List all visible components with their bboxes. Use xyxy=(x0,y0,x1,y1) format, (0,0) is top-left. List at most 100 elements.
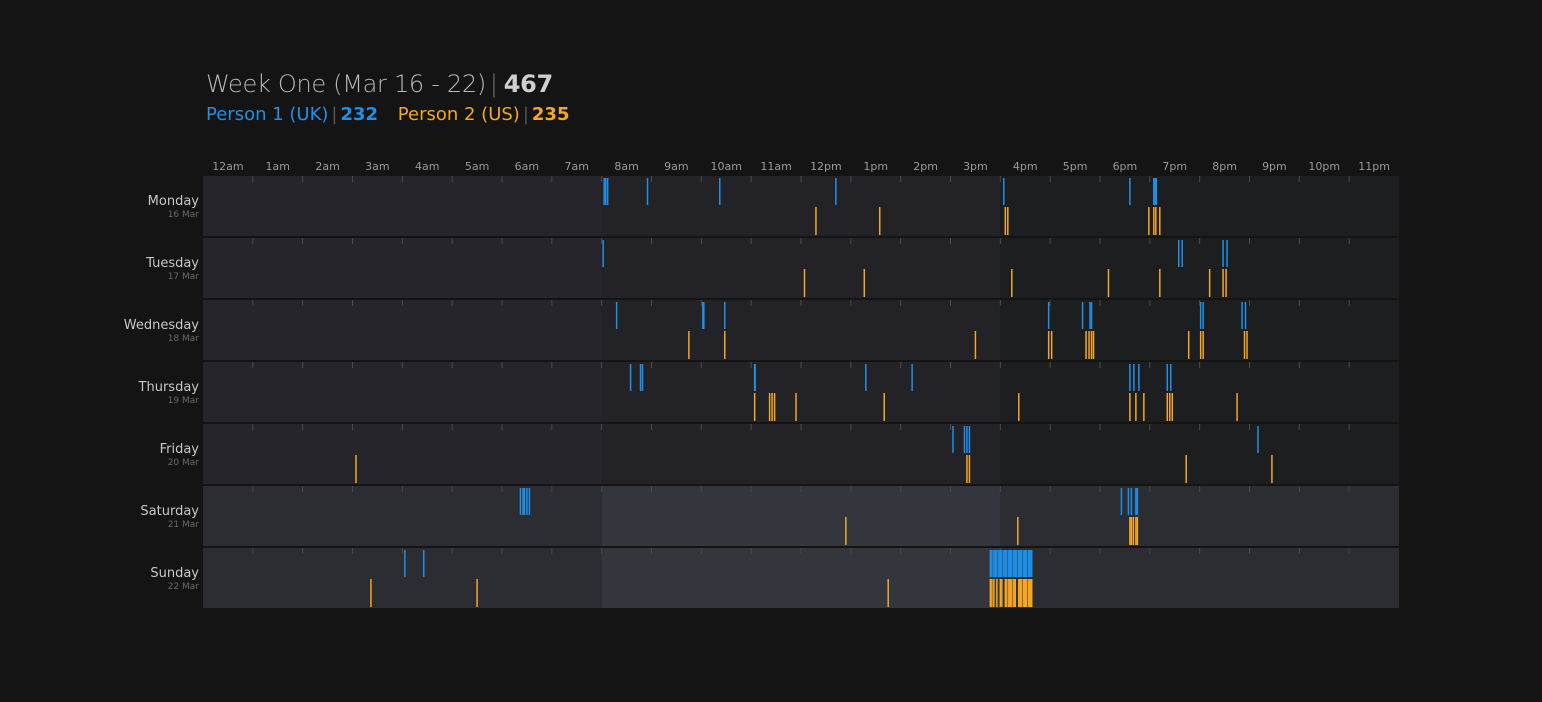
row-band xyxy=(203,362,602,422)
event-mark-person2 xyxy=(1236,393,1238,421)
event-mark-person2 xyxy=(1024,579,1026,607)
hour-tick-label: 6am xyxy=(515,160,539,173)
event-mark-person2 xyxy=(1092,331,1095,359)
event-mark-person1 xyxy=(1003,178,1005,205)
event-mark-person2 xyxy=(1185,455,1187,483)
hour-tick-label: 8am xyxy=(614,160,638,173)
event-mark-person1 xyxy=(1241,302,1243,329)
event-mark-person2 xyxy=(1011,269,1013,297)
day-row: Tuesday17 Mar xyxy=(145,238,1399,298)
event-mark-person2 xyxy=(1169,393,1171,421)
event-mark-person2 xyxy=(1090,331,1093,359)
event-mark-person1 xyxy=(966,426,968,453)
event-mark-person2 xyxy=(1171,393,1174,421)
row-band xyxy=(203,300,602,360)
hour-tick-label: 11am xyxy=(760,160,791,173)
event-mark-person2 xyxy=(1001,579,1003,607)
event-mark-person1 xyxy=(1202,302,1204,329)
event-mark-person1 xyxy=(1257,426,1259,453)
event-mark-person2 xyxy=(815,207,817,235)
event-mark-person2 xyxy=(1159,207,1161,235)
event-mark-person1 xyxy=(1244,302,1247,329)
event-mark-person1 xyxy=(1014,550,1017,577)
event-mark-person1 xyxy=(1135,488,1137,515)
event-mark-person1 xyxy=(911,364,913,391)
hour-tick-label: 7pm xyxy=(1162,160,1187,173)
hour-tick-label: 4pm xyxy=(1013,160,1038,173)
event-mark-person1 xyxy=(603,178,605,205)
event-mark-person2 xyxy=(1148,207,1150,235)
event-mark-person2 xyxy=(1013,579,1015,607)
event-mark-person1 xyxy=(1138,364,1140,391)
event-mark-person1 xyxy=(1133,364,1135,391)
event-mark-person1 xyxy=(1027,550,1030,577)
event-mark-person1 xyxy=(963,426,966,453)
event-mark-person2 xyxy=(1023,579,1025,607)
event-mark-person1 xyxy=(1177,240,1180,267)
event-mark-person2 xyxy=(1143,393,1145,421)
hour-tick-label: 2am xyxy=(315,160,339,173)
event-mark-person1 xyxy=(1024,550,1026,577)
hour-tick-label: 12pm xyxy=(810,160,842,173)
event-mark-person2 xyxy=(996,579,998,607)
event-mark-person2 xyxy=(1130,517,1133,545)
event-mark-person2 xyxy=(1027,579,1030,607)
event-mark-person1 xyxy=(1009,550,1012,577)
date-label: 18 Mar xyxy=(168,334,200,344)
row-band xyxy=(1000,424,1399,484)
event-mark-person1 xyxy=(523,488,526,515)
event-mark-person1 xyxy=(1019,550,1022,577)
event-mark-person2 xyxy=(1132,517,1135,545)
event-mark-person2 xyxy=(1135,393,1137,421)
activity-timeline-chart: 12am 1am 2am 3am 4am 5am 6am 7am 8am 9am 10am 11am 1… xyxy=(124,160,1399,608)
event-mark-person2 xyxy=(1208,269,1211,297)
hour-tick-label: 3am xyxy=(365,160,389,173)
event-mark-person2 xyxy=(1018,579,1020,607)
event-mark-person2 xyxy=(771,393,773,421)
event-mark-person1 xyxy=(1155,178,1158,205)
event-mark-person1 xyxy=(994,550,997,577)
event-mark-person2 xyxy=(355,455,357,483)
event-mark-person2 xyxy=(993,579,995,607)
event-mark-person1 xyxy=(968,426,971,453)
date-label: 16 Mar xyxy=(168,210,200,220)
event-mark-person2 xyxy=(1008,579,1010,607)
event-mark-person2 xyxy=(476,579,478,607)
hour-tick-label: 12am xyxy=(212,160,243,173)
hour-tick-label: 4am xyxy=(415,160,439,173)
row-band xyxy=(1000,238,1399,298)
day-row: Thursday19 Mar xyxy=(138,362,1399,422)
hour-tick-label: 3pm xyxy=(963,160,988,173)
day-label: Friday xyxy=(160,442,200,457)
date-label: 22 Mar xyxy=(168,582,200,592)
day-label: Monday xyxy=(148,194,200,209)
event-mark-person2 xyxy=(1129,393,1131,421)
event-mark-person1 xyxy=(1008,550,1010,577)
event-mark-person2 xyxy=(1222,269,1224,297)
row-band xyxy=(601,486,1001,546)
event-mark-person2 xyxy=(863,269,866,297)
event-mark-person2 xyxy=(1021,579,1023,607)
row-band xyxy=(601,176,1001,236)
event-mark-person1 xyxy=(865,364,867,391)
event-mark-person2 xyxy=(883,393,885,421)
row-band xyxy=(1000,362,1399,422)
event-mark-person1 xyxy=(1023,550,1025,577)
event-mark-person2 xyxy=(1017,517,1019,545)
event-mark-person2 xyxy=(768,393,771,421)
event-mark-person2 xyxy=(845,517,847,545)
row-band xyxy=(203,548,602,608)
event-mark-person2 xyxy=(1007,207,1009,235)
event-mark-person1 xyxy=(999,550,1002,577)
event-mark-person1 xyxy=(1029,550,1031,577)
event-mark-person2 xyxy=(1129,517,1131,545)
event-mark-person1 xyxy=(1129,364,1131,391)
date-label: 17 Mar xyxy=(168,272,200,282)
event-mark-person2 xyxy=(1243,331,1246,359)
day-row: Friday20 Mar xyxy=(160,424,1399,484)
event-mark-person1 xyxy=(519,488,522,515)
event-mark-person1 xyxy=(996,550,998,577)
hour-tick-label: 5am xyxy=(465,160,489,173)
row-band xyxy=(601,362,1001,422)
row-band xyxy=(203,486,602,546)
